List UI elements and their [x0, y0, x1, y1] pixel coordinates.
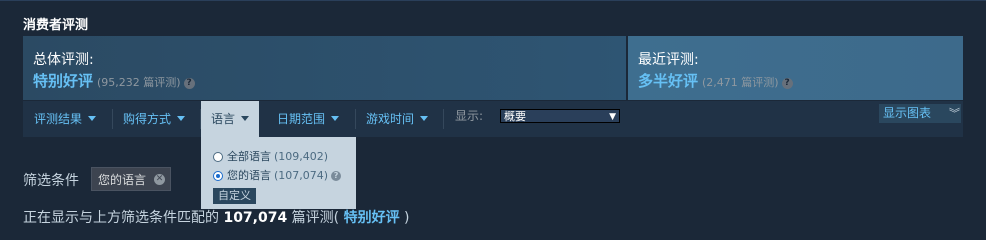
caret-down-icon: [331, 116, 340, 121]
active-filters-label: 筛选条件: [23, 173, 79, 189]
filter-language-label: 语言: [211, 112, 236, 126]
divider: [355, 109, 356, 129]
language-option-all-count: (109,402): [274, 150, 329, 163]
language-option-yours[interactable]: 您的语言 (107,074)?: [213, 168, 342, 184]
overall-count: (95,232 篇评测): [97, 76, 181, 89]
showing-summary: 正在显示与上方筛选条件匹配的 107,074 篇评测( 特别好评 ): [23, 207, 410, 227]
display-select[interactable]: 概要 ▼: [500, 109, 620, 123]
caret-down-icon: [420, 116, 429, 121]
filter-playtime[interactable]: 游戏时间: [366, 101, 429, 137]
help-icon[interactable]: ?: [183, 78, 195, 89]
filter-purchase-type[interactable]: 购得方式: [123, 101, 186, 137]
overall-rating[interactable]: 特别好评: [33, 72, 93, 90]
top-divider: [0, 0, 986, 11]
review-filter-bar: 评测结果 购得方式 语言 日期范围 游戏时间 显示: 概要 ▼ 显示图表 ︾: [23, 101, 963, 137]
help-icon[interactable]: ?: [331, 171, 342, 181]
section-title: 消费者评测: [23, 18, 89, 33]
recent-reviews-label: 最近评测:: [638, 52, 699, 68]
filter-review-type-label: 评测结果: [34, 112, 83, 126]
close-icon[interactable]: ✕: [154, 174, 166, 185]
display-label: 显示:: [455, 109, 484, 123]
filter-date-range-label: 日期范围: [277, 112, 326, 126]
recent-reviews-value: 多半好评 (2,471 篇评测)?: [638, 70, 793, 91]
show-graph-button[interactable]: 显示图表 ︾: [879, 104, 961, 123]
overall-reviews-value: 特别好评 (95,232 篇评测)?: [33, 70, 195, 91]
radio-checked-icon[interactable]: [213, 171, 223, 181]
recent-reviews-panel: 最近评测: 多半好评 (2,471 篇评测)?: [628, 36, 963, 100]
active-filter-chip[interactable]: 您的语言 ✕: [91, 167, 172, 191]
language-option-yours-count: (107,074): [274, 169, 329, 182]
custom-language-button[interactable]: 自定义: [213, 188, 256, 204]
filter-review-type[interactable]: 评测结果: [34, 101, 97, 137]
showing-mid: 篇评测(: [291, 210, 340, 226]
filter-language[interactable]: 语言: [201, 101, 260, 137]
overall-reviews-label: 总体评测:: [33, 52, 94, 68]
overall-reviews-panel: 总体评测: 特别好评 (95,232 篇评测)?: [23, 36, 626, 100]
filter-playtime-label: 游戏时间: [366, 112, 415, 126]
review-summary: 总体评测: 特别好评 (95,232 篇评测)? 最近评测: 多半好评 (2,471…: [23, 36, 963, 102]
double-chevron-down-icon: ︾: [949, 107, 960, 120]
language-dropdown: 全部语言 (109,402) 您的语言 (107,074)? 自定义: [201, 137, 356, 209]
divider: [112, 109, 113, 129]
active-filter-chip-label: 您的语言: [98, 173, 147, 187]
showing-prefix: 正在显示与上方筛选条件匹配的: [23, 210, 219, 226]
recent-count: (2,471 篇评测): [702, 76, 779, 89]
chevron-down-icon: ▼: [609, 112, 616, 122]
filter-purchase-type-label: 购得方式: [123, 112, 172, 126]
showing-suffix: ): [404, 210, 410, 226]
caret-down-icon: [177, 116, 186, 121]
display-select-value: 概要: [504, 110, 526, 123]
help-icon[interactable]: ?: [781, 78, 793, 89]
language-option-yours-label: 您的语言: [227, 169, 271, 182]
showing-rating: 特别好评: [343, 210, 400, 226]
caret-down-icon: [88, 116, 97, 121]
language-option-all[interactable]: 全部语言 (109,402): [213, 149, 328, 165]
divider: [443, 109, 444, 129]
radio-icon[interactable]: [213, 152, 223, 162]
filter-date-range[interactable]: 日期范围: [277, 101, 340, 137]
recent-rating[interactable]: 多半好评: [638, 72, 698, 90]
showing-count: 107,074: [223, 210, 288, 226]
show-graph-label: 显示图表: [883, 106, 932, 120]
caret-down-icon: [241, 116, 250, 121]
language-option-all-label: 全部语言: [227, 150, 271, 163]
